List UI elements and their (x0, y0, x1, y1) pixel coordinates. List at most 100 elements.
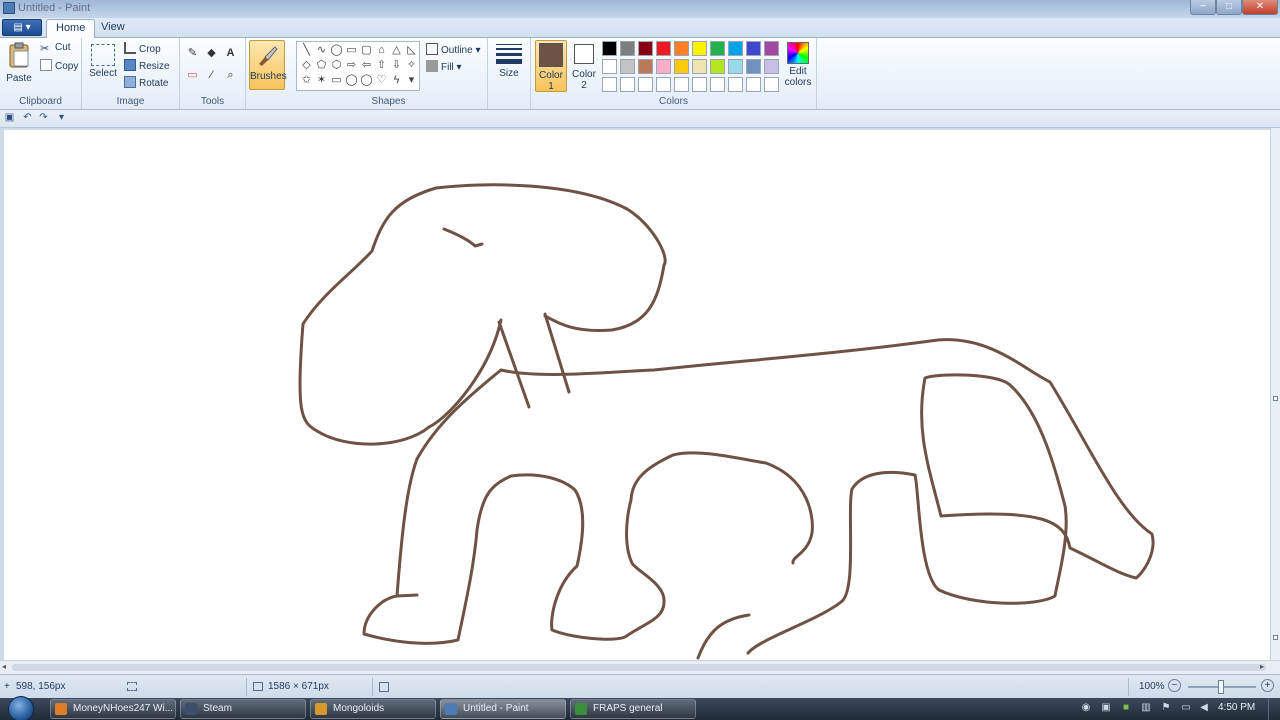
shape-option[interactable]: ╲ (299, 44, 314, 58)
palette-swatch[interactable] (764, 59, 779, 74)
tab-home[interactable]: Home (46, 19, 96, 38)
shape-option[interactable]: ⇧ (374, 59, 389, 73)
taskbar-item[interactable]: Untitled - Paint (440, 699, 566, 719)
color2-button[interactable]: Color 2 (569, 40, 599, 92)
shape-option[interactable]: ϟ (389, 74, 404, 88)
shape-option[interactable]: ⬡ (329, 59, 344, 73)
fill-tool[interactable]: ◆ (203, 45, 220, 61)
paint-menu-button[interactable]: ▤ ▾ (2, 19, 42, 36)
taskbar-item[interactable]: Mongoloids (310, 699, 436, 719)
palette-swatch[interactable] (746, 59, 761, 74)
palette-swatch[interactable] (674, 41, 689, 56)
minimize-button[interactable]: − (1190, 0, 1216, 15)
palette-swatch[interactable] (620, 41, 635, 56)
palette-swatch[interactable] (674, 59, 689, 74)
shape-option[interactable]: ⇨ (344, 59, 359, 73)
tray-monitor-icon[interactable]: ▣ (1100, 702, 1112, 714)
crop-button[interactable]: Crop (124, 42, 161, 55)
zoom-out-icon[interactable]: − (1168, 679, 1181, 692)
tab-view[interactable]: View (92, 19, 134, 38)
tray-volume-icon[interactable]: ◀ (1198, 702, 1210, 714)
undo-icon[interactable]: ↶ (21, 112, 34, 125)
shape-option[interactable]: ✩ (299, 74, 314, 88)
close-button[interactable]: ✕ (1242, 0, 1278, 15)
zoom-slider[interactable] (1188, 680, 1256, 694)
shape-option[interactable]: ◇ (299, 59, 314, 73)
palette-swatch[interactable] (620, 59, 635, 74)
palette-swatch[interactable] (638, 41, 653, 56)
fill-dropdown[interactable]: Fill ▾ (426, 60, 462, 73)
palette-swatch[interactable] (656, 41, 671, 56)
palette-swatch[interactable] (746, 77, 761, 92)
palette-swatch[interactable] (692, 59, 707, 74)
shape-option[interactable]: ◯ (329, 44, 344, 58)
canvas-resize-handle-right[interactable] (1273, 396, 1278, 401)
palette-swatch[interactable] (602, 41, 617, 56)
pencil-tool[interactable]: ✎ (184, 45, 201, 61)
tray-steam-icon[interactable]: ◉ (1080, 702, 1092, 714)
shape-option[interactable]: ⇦ (359, 59, 374, 73)
palette-swatch[interactable] (602, 59, 617, 74)
palette-swatch[interactable] (710, 77, 725, 92)
palette-swatch[interactable] (620, 77, 635, 92)
palette-swatch[interactable] (764, 41, 779, 56)
palette-swatch[interactable] (692, 77, 707, 92)
shape-option[interactable]: ✧ (404, 59, 419, 73)
show-desktop-button[interactable] (1268, 698, 1280, 720)
vertical-scrollbar[interactable] (1270, 128, 1280, 660)
shape-option[interactable]: ◺ (404, 44, 419, 58)
shape-option[interactable]: △ (389, 44, 404, 58)
shape-option[interactable]: ⇩ (389, 59, 404, 73)
palette-swatch[interactable] (638, 59, 653, 74)
text-tool[interactable]: A (222, 45, 239, 61)
taskbar-item[interactable]: FRAPS general (570, 699, 696, 719)
magnifier-tool[interactable]: ⌕ (222, 67, 239, 83)
palette-swatch[interactable] (746, 41, 761, 56)
zoom-in-icon[interactable]: + (1261, 679, 1274, 692)
tray-flag-icon[interactable]: ⚑ (1160, 702, 1172, 714)
palette-swatch[interactable] (710, 41, 725, 56)
eraser-tool[interactable]: ▭ (184, 67, 201, 83)
size-dropdown[interactable]: Size (492, 42, 526, 79)
color1-button[interactable]: Color 1 (535, 40, 567, 92)
tray-network-icon[interactable]: ▥ (1140, 702, 1152, 714)
tray-nvidia-icon[interactable]: ■ (1120, 702, 1132, 714)
maximize-button[interactable]: □ (1216, 0, 1242, 15)
paint-app-icon[interactable] (3, 2, 15, 14)
shape-option[interactable]: ⬠ (314, 59, 329, 73)
palette-swatch[interactable] (710, 59, 725, 74)
horizontal-scrollbar[interactable]: ◂ ▸ (0, 660, 1280, 674)
horizontal-scroll-thumb[interactable] (12, 664, 1266, 671)
palette-swatch[interactable] (692, 41, 707, 56)
taskbar-clock[interactable]: 4:50 PM (1218, 702, 1255, 713)
select-button[interactable]: Select (88, 44, 118, 79)
resize-button[interactable]: Resize (124, 59, 170, 72)
brushes-button[interactable]: Brushes (249, 40, 287, 90)
rotate-button[interactable]: Rotate (124, 76, 168, 89)
shape-option[interactable]: ▭ (329, 74, 344, 88)
edit-colors-button[interactable]: Edit colors (782, 40, 814, 88)
redo-icon[interactable]: ↷ (37, 112, 50, 125)
shape-option[interactable]: ◯ (344, 74, 359, 88)
shape-option[interactable]: ∿ (314, 44, 329, 58)
palette-swatch[interactable] (728, 59, 743, 74)
palette-swatch[interactable] (728, 41, 743, 56)
tray-battery-icon[interactable]: ▭ (1180, 702, 1192, 714)
scroll-right-arrow-icon[interactable]: ▸ (1260, 662, 1264, 671)
copy-button[interactable]: Copy (40, 59, 78, 72)
shape-option[interactable]: ▭ (344, 44, 359, 58)
shape-option[interactable]: ◯ (359, 74, 374, 88)
shape-option[interactable]: ▢ (359, 44, 374, 58)
taskbar-item[interactable]: MoneyNHoes247 Wi... (50, 699, 176, 719)
outline-dropdown[interactable]: Outline ▾ (426, 43, 481, 56)
drawing-canvas[interactable] (4, 130, 1270, 660)
palette-swatch[interactable] (728, 77, 743, 92)
start-button[interactable] (8, 696, 34, 720)
color-picker-tool[interactable]: ⁄ (203, 67, 220, 83)
palette-swatch[interactable] (674, 77, 689, 92)
cut-button[interactable]: ✂ Cut (40, 42, 71, 56)
zoom-slider-thumb[interactable] (1218, 680, 1224, 694)
scroll-left-arrow-icon[interactable]: ◂ (2, 662, 6, 671)
palette-swatch[interactable] (656, 59, 671, 74)
palette-swatch[interactable] (656, 77, 671, 92)
